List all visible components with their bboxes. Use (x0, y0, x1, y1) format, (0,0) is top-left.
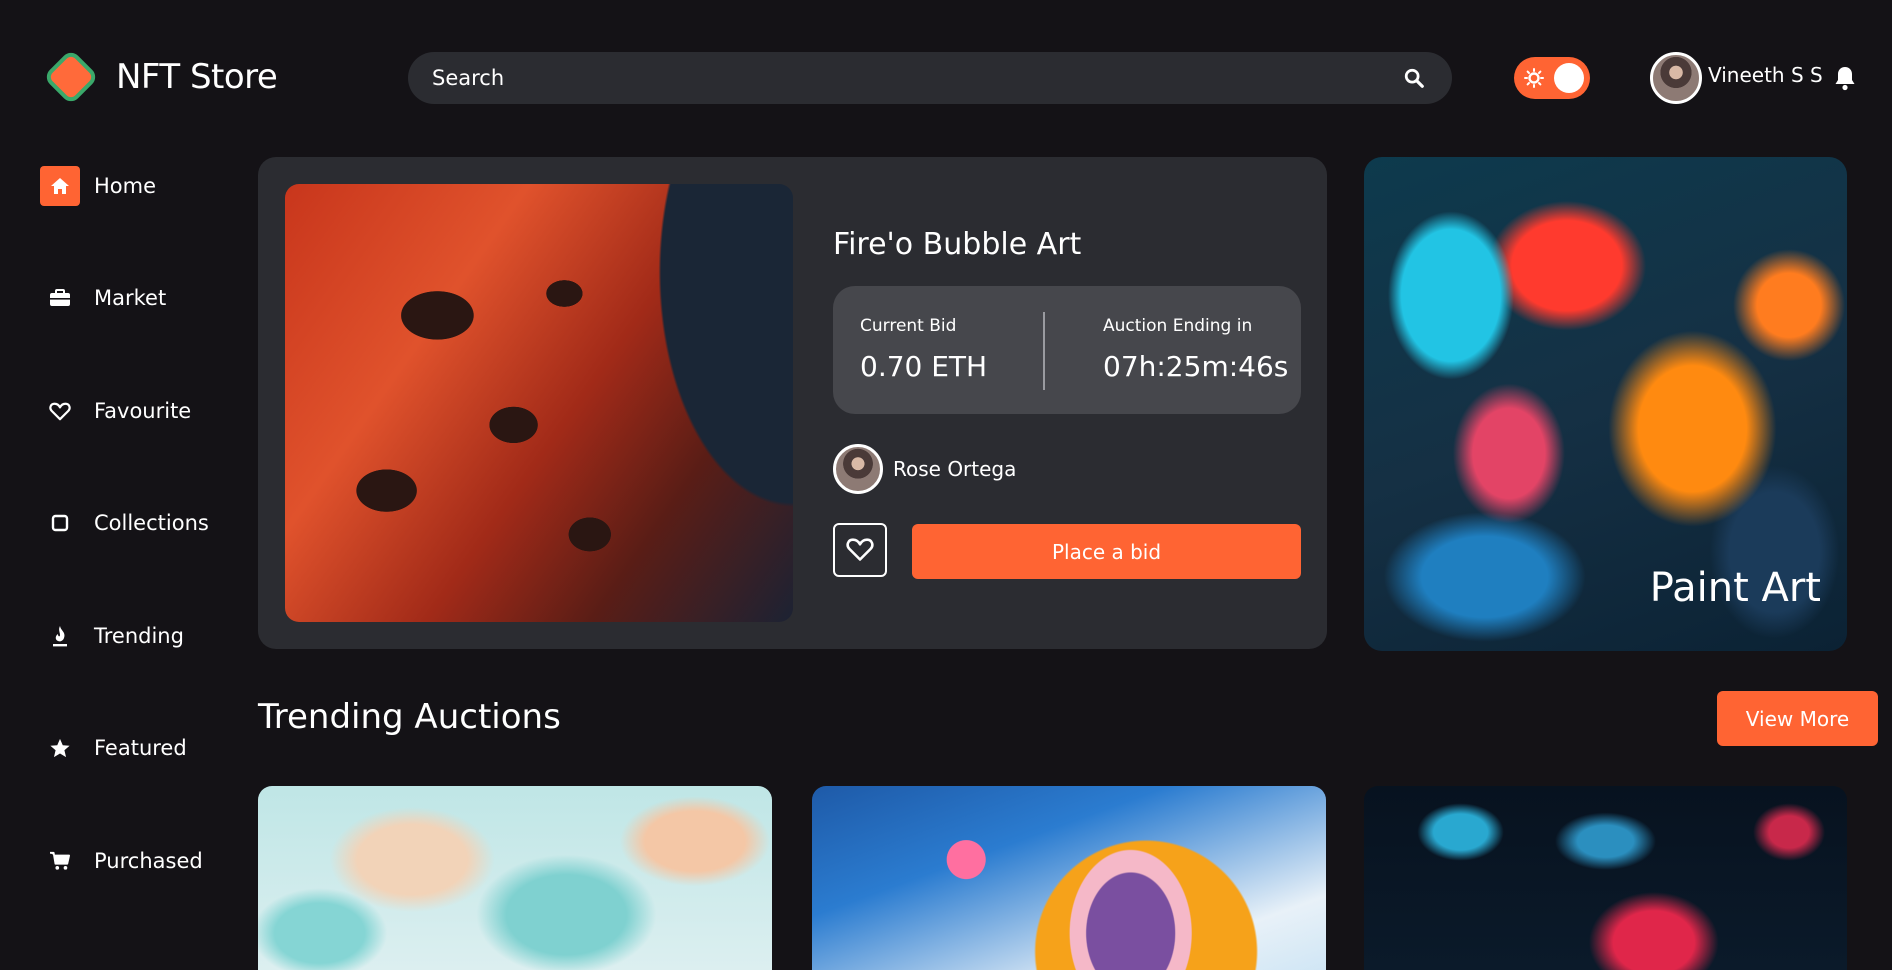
briefcase-icon (40, 278, 80, 318)
bid-info-panel: Current Bid 0.70 ETH Auction Ending in 0… (833, 286, 1301, 414)
current-bid-value: 0.70 ETH (860, 350, 988, 383)
featured-artwork-image[interactable] (285, 184, 793, 622)
auction-card[interactable] (1364, 786, 1847, 970)
heart-icon (40, 391, 80, 431)
username[interactable]: Vineeth S S (1708, 63, 1823, 87)
trending-auctions-heading: Trending Auctions (258, 697, 561, 737)
sidebar-item-market[interactable]: Market (40, 278, 166, 318)
sidebar-item-label: Home (94, 174, 157, 198)
sidebar-item-featured[interactable]: Featured (40, 728, 187, 768)
heart-icon (846, 536, 874, 565)
paint-art-card[interactable]: Paint Art (1364, 157, 1847, 651)
current-bid-label: Current Bid (860, 316, 957, 336)
search-input[interactable] (432, 66, 1400, 90)
place-bid-button[interactable]: Place a bid (912, 524, 1301, 579)
favourite-button[interactable] (833, 523, 887, 577)
logo[interactable]: NFT Store (40, 46, 278, 108)
auction-countdown: 07h:25m:46s (1103, 350, 1289, 383)
sun-icon (1524, 68, 1544, 92)
search-bar (408, 52, 1452, 104)
paint-art-title: Paint Art (1649, 565, 1821, 611)
star-icon (40, 728, 80, 768)
sidebar-item-label: Collections (94, 511, 209, 535)
divider (1043, 312, 1045, 390)
logo-text: NFT Store (116, 57, 278, 97)
sidebar-item-label: Trending (94, 624, 184, 648)
fire-icon (40, 616, 80, 656)
sidebar-item-label: Favourite (94, 399, 192, 423)
home-icon (40, 166, 80, 206)
artwork-title: Fire'o Bubble Art (833, 227, 1082, 262)
owner-name: Rose Ortega (893, 457, 1017, 481)
cart-icon (40, 841, 80, 881)
auction-card[interactable] (812, 786, 1326, 970)
theme-toggle[interactable] (1514, 57, 1590, 99)
logo-diamond-icon (40, 46, 102, 108)
sidebar-item-purchased[interactable]: Purchased (40, 841, 203, 881)
sidebar-item-label: Featured (94, 736, 187, 760)
user-avatar[interactable] (1650, 52, 1702, 104)
sidebar-item-home[interactable]: Home (40, 166, 156, 206)
square-icon (40, 503, 80, 543)
sidebar-item-trending[interactable]: Trending (40, 616, 184, 656)
bell-icon[interactable] (1833, 65, 1857, 95)
toggle-knob (1554, 63, 1584, 93)
auction-ending-label: Auction Ending in (1103, 316, 1253, 336)
sidebar-item-label: Purchased (94, 849, 203, 873)
sidebar-item-collections[interactable]: Collections (40, 503, 209, 543)
owner-avatar (833, 444, 883, 494)
sidebar-item-favourite[interactable]: Favourite (40, 391, 191, 431)
search-icon[interactable] (1400, 64, 1428, 92)
view-more-button[interactable]: View More (1717, 691, 1878, 746)
sidebar-item-label: Market (94, 286, 167, 310)
artwork-owner[interactable]: Rose Ortega (833, 444, 1016, 494)
auction-card[interactable] (258, 786, 772, 970)
featured-auction-card: Fire'o Bubble Art Current Bid 0.70 ETH A… (258, 157, 1327, 649)
